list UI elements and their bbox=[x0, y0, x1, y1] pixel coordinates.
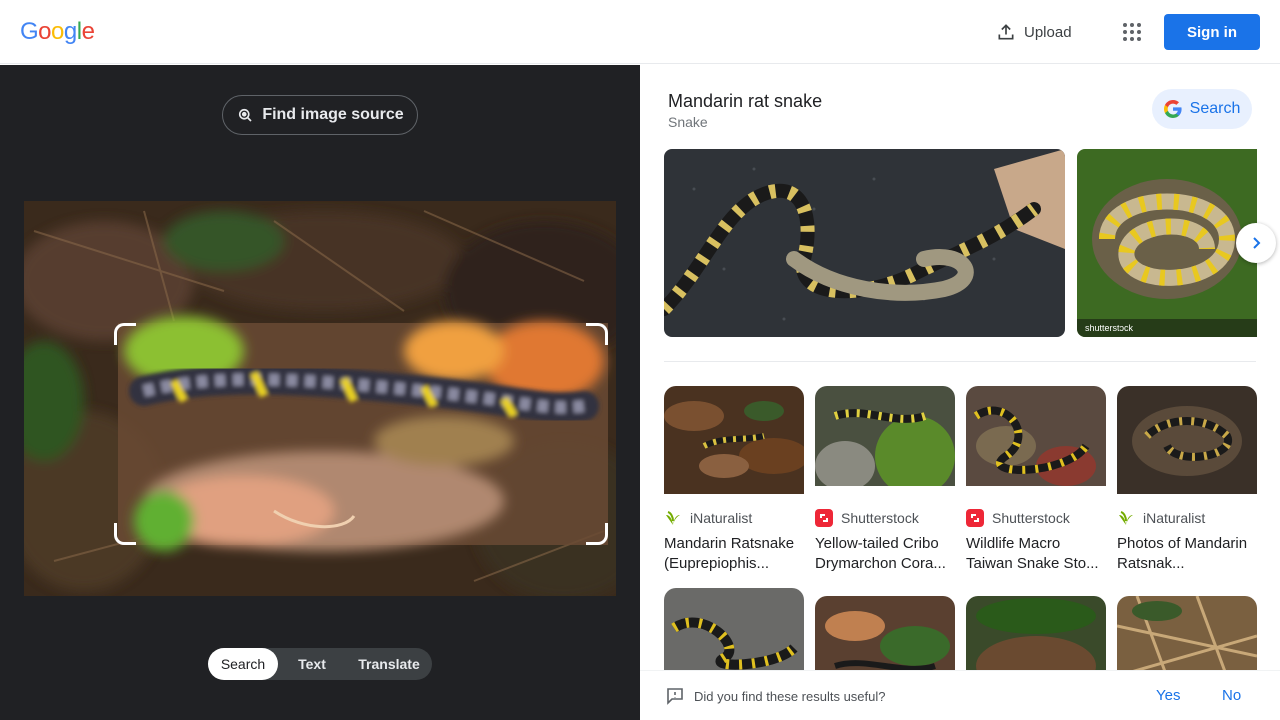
result-source-name: iNaturalist bbox=[690, 510, 753, 526]
find-image-source-label: Find image source bbox=[262, 106, 404, 123]
chevron-right-icon bbox=[1253, 237, 1261, 249]
crop-selection[interactable] bbox=[114, 323, 608, 545]
result-thumbnail bbox=[966, 386, 1106, 494]
result-source: iNaturalist bbox=[664, 508, 804, 528]
logo-letter: e bbox=[81, 18, 95, 45]
result-title[interactable]: Mandarin Ratsnake (Euprepiophis... bbox=[664, 534, 804, 574]
result-title[interactable]: Photos of Mandarin Ratsnak... bbox=[1117, 534, 1257, 574]
feedback-icon bbox=[667, 688, 683, 705]
result-source: Shutterstock bbox=[966, 508, 1106, 528]
crop-handle-top-left[interactable] bbox=[114, 323, 136, 345]
shutterstock-icon bbox=[966, 509, 984, 527]
watermark: shutterstɔck bbox=[1085, 323, 1134, 333]
find-image-source-button[interactable]: Find image source bbox=[222, 95, 418, 135]
crop-handle-bottom-right[interactable] bbox=[586, 523, 608, 545]
sign-in-button[interactable]: Sign in bbox=[1164, 14, 1260, 50]
logo-letter: G bbox=[20, 18, 39, 45]
tab-text[interactable]: Text bbox=[278, 648, 346, 680]
result-title[interactable]: Wildlife Macro Taiwan Snake Sto... bbox=[966, 534, 1106, 574]
result-source-name: Shutterstock bbox=[841, 510, 919, 526]
feedback-question: Did you find these results useful? bbox=[694, 689, 886, 704]
entity-image-1[interactable] bbox=[664, 149, 1065, 337]
logo-letter: o bbox=[51, 18, 64, 45]
result-thumbnail bbox=[815, 386, 955, 494]
result-card[interactable]: Shutterstock Wildlife Macro Taiwan Snake… bbox=[966, 386, 1106, 574]
result-source: Shutterstock bbox=[815, 508, 955, 528]
entity-search-button[interactable]: Search bbox=[1152, 89, 1252, 129]
result-source-name: iNaturalist bbox=[1143, 510, 1206, 526]
snake-on-mat-image bbox=[664, 149, 1065, 337]
inaturalist-icon bbox=[666, 511, 680, 525]
lens-search-icon bbox=[239, 108, 252, 122]
result-card[interactable]: iNaturalist Photos of Mandarin Ratsnak..… bbox=[1117, 386, 1257, 574]
coiled-snake-image: shutterstɔck bbox=[1077, 149, 1257, 337]
carousel-next-button[interactable] bbox=[1236, 223, 1276, 263]
crop-handle-top-right[interactable] bbox=[586, 323, 608, 345]
inaturalist-icon bbox=[1119, 511, 1133, 525]
apps-grid-icon bbox=[1123, 23, 1141, 41]
query-image[interactable] bbox=[24, 201, 616, 596]
result-source: iNaturalist bbox=[1117, 508, 1257, 528]
entity-subtitle: Snake bbox=[668, 114, 708, 130]
upload-label: Upload bbox=[1024, 23, 1072, 41]
result-title[interactable]: Yellow-tailed Cribo Drymarchon Cora... bbox=[815, 534, 955, 574]
result-thumbnail bbox=[1117, 386, 1257, 494]
google-logo[interactable]: Google bbox=[20, 18, 95, 46]
tab-search[interactable]: Search bbox=[208, 648, 278, 680]
result-card[interactable]: Shutterstock Yellow-tailed Cribo Drymarc… bbox=[815, 386, 955, 574]
result-source-name: Shutterstock bbox=[992, 510, 1070, 526]
header: Google Upload Sign in bbox=[0, 0, 1280, 64]
section-divider bbox=[664, 361, 1256, 362]
feedback-yes-button[interactable]: Yes bbox=[1156, 687, 1180, 704]
tab-translate[interactable]: Translate bbox=[346, 648, 432, 680]
lens-image-panel: Find image source Search Text Translate bbox=[0, 65, 640, 720]
result-thumbnail bbox=[664, 386, 804, 494]
entity-search-label: Search bbox=[1189, 100, 1241, 117]
logo-letter: g bbox=[63, 18, 77, 45]
upload-icon bbox=[998, 24, 1014, 40]
upload-button[interactable]: Upload bbox=[986, 16, 1082, 48]
results-panel: Mandarin rat snake Snake Search shutters… bbox=[640, 65, 1280, 720]
feedback-bar: Did you find these results useful? Yes N… bbox=[640, 670, 1280, 720]
entity-title[interactable]: Mandarin rat snake bbox=[668, 91, 822, 112]
result-card[interactable]: iNaturalist Mandarin Ratsnake (Euprepiop… bbox=[664, 386, 804, 574]
logo-letter: o bbox=[38, 18, 52, 45]
lens-mode-tabs: Search Text Translate bbox=[208, 648, 432, 680]
feedback-no-button[interactable]: No bbox=[1222, 687, 1241, 704]
google-g-icon bbox=[1163, 100, 1182, 118]
entity-image-2[interactable]: shutterstɔck bbox=[1077, 149, 1257, 337]
crop-handle-bottom-left[interactable] bbox=[114, 523, 136, 545]
apps-button[interactable] bbox=[1116, 16, 1148, 48]
shutterstock-icon bbox=[815, 509, 833, 527]
